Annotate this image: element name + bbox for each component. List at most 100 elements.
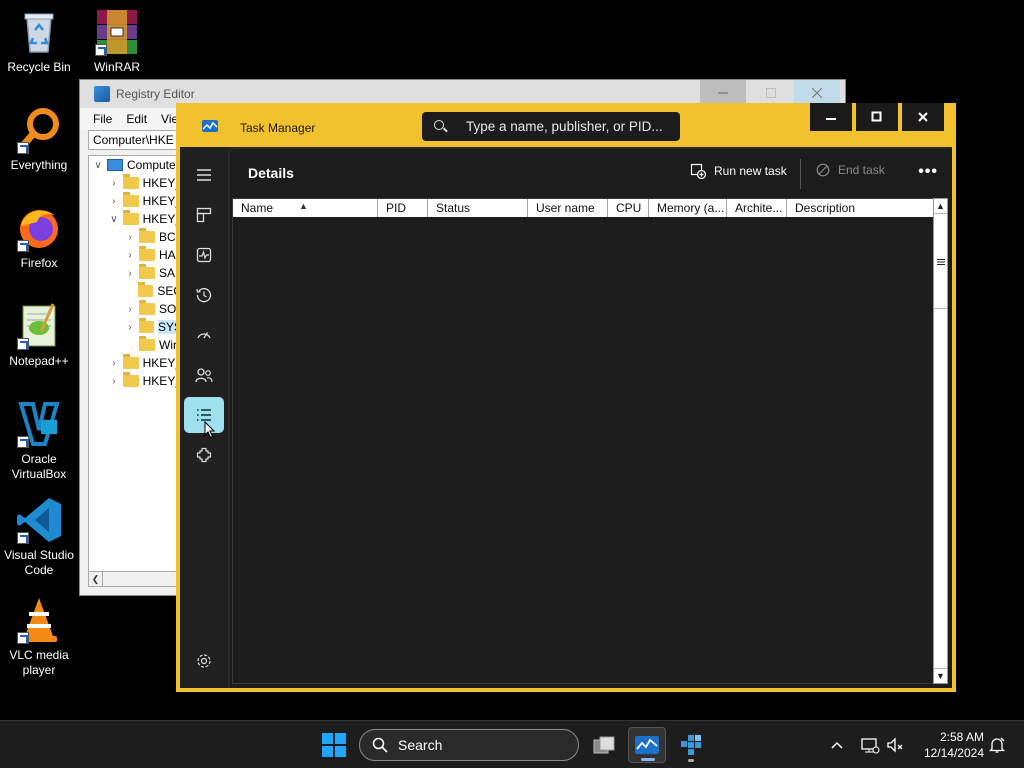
column-header-description[interactable]: Description: [787, 199, 927, 217]
minimize-icon: [718, 92, 728, 94]
run-new-task-button[interactable]: Run new task: [690, 163, 787, 179]
desktop-icon-notepadpp[interactable]: Notepad++: [0, 302, 78, 369]
end-task-button[interactable]: End task: [816, 163, 885, 177]
system-clock[interactable]: 2:58 AM 12/14/2024: [924, 729, 984, 761]
chevron-down-icon[interactable]: ∨: [109, 214, 119, 225]
tm-minimize-button[interactable]: [810, 103, 852, 131]
network-status-button[interactable]: [860, 721, 880, 768]
chevron-right-icon[interactable]: ›: [125, 268, 135, 279]
desktop-icon-recycle-bin[interactable]: Recycle Bin: [0, 8, 78, 75]
chevron-right-icon[interactable]: ›: [109, 376, 119, 387]
nav-settings[interactable]: [184, 643, 224, 679]
folder-icon: [122, 174, 139, 189]
folder-icon: [139, 228, 155, 243]
registry-tree[interactable]: ∨ Compute › HKEY_ › HKEY_ ∨ HKEY_ › BC › HA › SAI SEC ›…: [88, 155, 183, 587]
details-table[interactable]: Name ▲ PID Status User name CPU Memory (…: [232, 198, 936, 684]
nav-startup-apps[interactable]: [184, 317, 224, 353]
column-header-user-name[interactable]: User name: [528, 199, 608, 217]
task-manager-titlebar[interactable]: Task Manager Type a name, publisher, or …: [176, 103, 956, 147]
tree-node-label: Compute: [127, 158, 176, 172]
tree-node[interactable]: ∨ HKEY_: [89, 210, 182, 228]
tree-horizontal-scrollbar[interactable]: ❮: [88, 571, 183, 587]
folder-icon: [139, 264, 155, 279]
scroll-down-arrow-icon[interactable]: ▼: [934, 668, 947, 683]
tree-node[interactable]: › HKEY_: [89, 372, 182, 390]
notifications-button[interactable]: [988, 721, 1006, 768]
nav-performance[interactable]: [184, 237, 224, 273]
volume-button[interactable]: [886, 721, 906, 768]
desktop-icon-virtualbox[interactable]: Oracle VirtualBox: [0, 400, 78, 482]
everything-search-icon: [15, 106, 63, 154]
tree-node[interactable]: ∨ Compute: [89, 156, 182, 174]
registry-editor-icon: [681, 735, 701, 755]
menu-file[interactable]: File: [86, 112, 119, 126]
column-header-pid[interactable]: PID: [378, 199, 428, 217]
tree-node[interactable]: › BC: [89, 228, 182, 246]
tree-node[interactable]: › HKEY_: [89, 174, 182, 192]
taskbar-task-view[interactable]: [585, 727, 623, 763]
more-options-button[interactable]: •••: [918, 163, 938, 181]
column-header-cpu[interactable]: CPU: [608, 199, 649, 217]
tree-node[interactable]: › HKEY_: [89, 354, 182, 372]
start-button[interactable]: [322, 733, 346, 757]
desktop-icon-label: Firefox: [20, 256, 58, 270]
scroll-left-icon[interactable]: ❮: [89, 572, 103, 586]
nav-app-history[interactable]: [184, 277, 224, 313]
task-view-icon: [593, 736, 615, 754]
column-header-architecture[interactable]: Archite...: [727, 199, 787, 217]
chevron-right-icon[interactable]: ›: [125, 322, 135, 333]
tree-node[interactable]: › HA: [89, 246, 182, 264]
task-manager-search-box[interactable]: Type a name, publisher, or PID...: [422, 112, 680, 141]
speaker-muted-icon: [887, 737, 903, 753]
chevron-right-icon[interactable]: ›: [109, 358, 119, 369]
notepadpp-icon: [15, 302, 63, 350]
menu-edit[interactable]: Edit: [119, 112, 154, 126]
details-vertical-scrollbar[interactable]: ▲ ▼: [933, 198, 948, 684]
desktop-icon-vscode[interactable]: Visual Studio Code: [0, 496, 78, 578]
tm-close-button[interactable]: [902, 103, 944, 131]
nav-processes[interactable]: [184, 197, 224, 233]
network-icon: [861, 738, 880, 754]
column-header-name[interactable]: Name ▲: [233, 199, 378, 217]
nav-services[interactable]: [184, 437, 224, 473]
column-header-status[interactable]: Status: [428, 199, 528, 217]
hamburger-menu-button[interactable]: [184, 157, 224, 193]
tree-node[interactable]: Wir: [89, 336, 182, 354]
show-hidden-icons-button[interactable]: [830, 721, 844, 768]
shortcut-arrow-icon: [17, 632, 29, 644]
taskbar-registry-editor[interactable]: [672, 727, 710, 763]
desktop-icon-firefox[interactable]: Firefox: [0, 204, 78, 271]
tree-node[interactable]: › SAI: [89, 264, 182, 282]
startup-apps-icon: [197, 332, 211, 339]
shortcut-arrow-icon: [17, 436, 29, 448]
search-icon: [434, 119, 448, 134]
users-icon: [195, 368, 213, 383]
task-manager-window[interactable]: Task Manager Type a name, publisher, or …: [176, 103, 956, 692]
end-task-label: End task: [838, 163, 885, 177]
nav-users[interactable]: [184, 357, 224, 393]
tm-maximize-button[interactable]: [856, 103, 898, 131]
scroll-up-arrow-icon[interactable]: ▲: [934, 199, 947, 214]
chevron-right-icon[interactable]: ›: [109, 196, 119, 207]
details-page: Details Run new task End task ••• Name ▲…: [228, 147, 952, 688]
tree-node[interactable]: › SYS: [89, 318, 182, 336]
column-header-memory[interactable]: Memory (a...: [649, 199, 727, 217]
tree-node[interactable]: › SO: [89, 300, 182, 318]
taskbar-search-box[interactable]: Search: [359, 729, 579, 761]
chevron-right-icon[interactable]: ›: [109, 178, 119, 189]
scrollbar-thumb[interactable]: [934, 215, 947, 309]
taskbar-task-manager[interactable]: [628, 727, 666, 763]
chevron-right-icon[interactable]: ›: [125, 304, 135, 315]
chevron-right-icon[interactable]: ›: [125, 232, 135, 243]
tree-node[interactable]: SEC: [89, 282, 182, 300]
tree-node[interactable]: › HKEY_: [89, 192, 182, 210]
folder-icon: [139, 246, 155, 261]
chevron-right-icon[interactable]: ›: [125, 250, 135, 261]
shortcut-arrow-icon: [95, 44, 107, 56]
desktop-icon-everything[interactable]: Everything: [0, 106, 78, 173]
chevron-down-icon[interactable]: ∨: [93, 160, 103, 171]
desktop-icon-winrar[interactable]: WinRAR: [78, 8, 156, 75]
search-placeholder: Type a name, publisher, or PID...: [466, 119, 663, 134]
shortcut-arrow-icon: [17, 142, 29, 154]
desktop-icon-vlc[interactable]: VLC media player: [0, 596, 78, 678]
